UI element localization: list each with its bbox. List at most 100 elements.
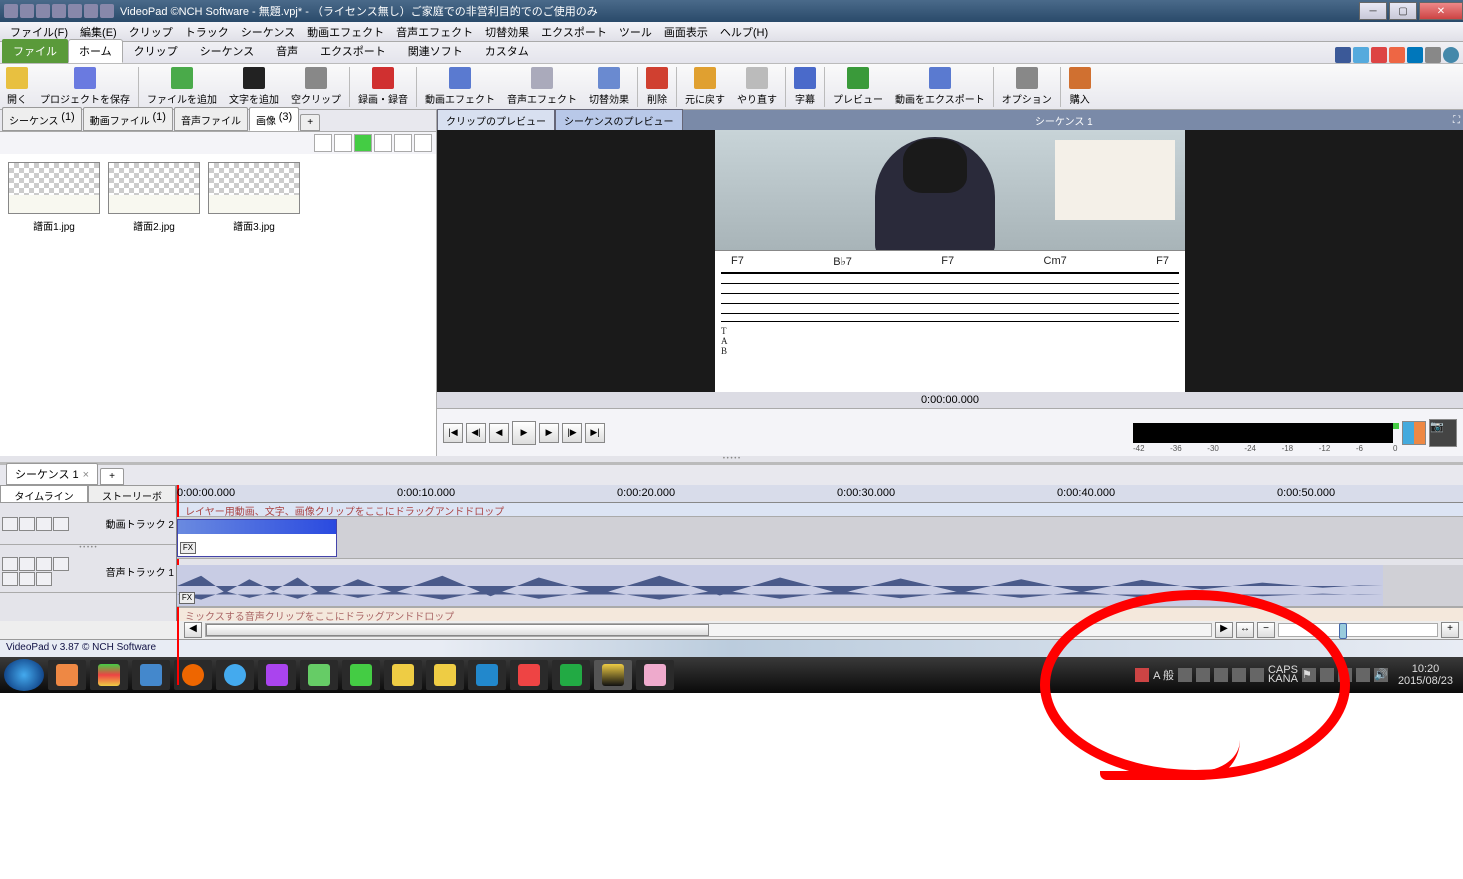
save-button[interactable]: プロジェクトを保存 xyxy=(34,65,136,109)
ribbon-tab[interactable]: カスタム xyxy=(474,39,540,63)
ribbon-tab[interactable]: クリップ xyxy=(123,39,189,63)
qat-icon[interactable] xyxy=(52,4,66,18)
options-button[interactable]: オプション xyxy=(996,65,1058,109)
start-button[interactable] xyxy=(4,659,44,691)
redo-button[interactable]: やり直す xyxy=(731,65,783,109)
track-icon[interactable] xyxy=(53,517,69,531)
bin-tool-icon[interactable] xyxy=(394,134,412,152)
dropdown-icon[interactable] xyxy=(1425,47,1441,63)
add-sequence-button[interactable]: + xyxy=(100,468,124,485)
taskbar-item[interactable] xyxy=(510,660,548,690)
taskbar-item[interactable] xyxy=(468,660,506,690)
close-button[interactable]: ✕ xyxy=(1419,2,1463,20)
volume-icon[interactable]: 🔊 xyxy=(1374,668,1388,682)
bin-tab[interactable]: シーケンス (1) xyxy=(2,107,82,131)
bin-tool-icon[interactable] xyxy=(414,134,432,152)
fit-button[interactable]: ↔ xyxy=(1236,622,1254,638)
add-bin-button[interactable]: + xyxy=(300,114,320,131)
maximize-button[interactable]: ▢ xyxy=(1389,2,1417,20)
buy-button[interactable]: 購入 xyxy=(1063,65,1097,109)
bin-tool-icon[interactable] xyxy=(334,134,352,152)
qat-icon[interactable] xyxy=(36,4,50,18)
google-icon[interactable] xyxy=(1371,47,1387,63)
export-button[interactable]: 動画をエクスポート xyxy=(889,65,991,109)
bin-tool-icon[interactable] xyxy=(314,134,332,152)
track-icon[interactable] xyxy=(36,572,52,586)
qat-icon[interactable] xyxy=(4,4,18,18)
afx-button[interactable]: 音声エフェクト xyxy=(501,65,583,109)
expand-icon[interactable]: ⛶ xyxy=(1445,112,1463,129)
taskbar-item[interactable] xyxy=(258,660,296,690)
zoom-out-button[interactable]: − xyxy=(1257,622,1275,638)
qat-icon[interactable] xyxy=(20,4,34,18)
next-frame-button[interactable]: |▶ xyxy=(562,423,582,443)
ime-indicator[interactable]: A 般 xyxy=(1153,667,1174,683)
play-button[interactable]: ▶ xyxy=(512,421,536,445)
ribbon-tab[interactable]: ホーム xyxy=(68,39,123,63)
timeline-body[interactable]: 0:00:00.0000:00:10.0000:00:20.0000:00:30… xyxy=(177,485,1463,621)
taskbar-item[interactable] xyxy=(300,660,338,690)
bin-tool-icon[interactable] xyxy=(374,134,392,152)
prev-frame-button[interactable]: ◀| xyxy=(466,423,486,443)
goto-end-button[interactable]: ▶| xyxy=(585,423,605,443)
tray-icon[interactable] xyxy=(1196,668,1210,682)
scroll-left-button[interactable]: ◀ xyxy=(184,622,202,638)
ribbon-tab-file[interactable]: ファイル xyxy=(2,39,68,63)
bin-tool-icon[interactable] xyxy=(354,134,372,152)
trans-button[interactable]: 切替効果 xyxy=(583,65,635,109)
minimize-button[interactable]: ─ xyxy=(1359,2,1387,20)
track-icon[interactable] xyxy=(36,517,52,531)
dual-view-button[interactable] xyxy=(1402,421,1426,445)
delete-button[interactable]: 削除 xyxy=(640,65,674,109)
flag-icon[interactable]: ⚑ xyxy=(1302,668,1316,682)
taskbar-item[interactable] xyxy=(552,660,590,690)
undo-button[interactable]: 元に戻す xyxy=(679,65,731,109)
taskbar-item[interactable] xyxy=(48,660,86,690)
track-icon[interactable] xyxy=(2,517,18,531)
thumbnail[interactable]: 譜面1.jpg xyxy=(8,162,100,448)
thumbnail[interactable]: 譜面3.jpg xyxy=(208,162,300,448)
tray-icon[interactable] xyxy=(1135,668,1149,682)
sequence-tab[interactable]: シーケンス 1× xyxy=(6,463,98,485)
menu-item[interactable]: 画面表示 xyxy=(658,22,714,42)
fx-button[interactable]: FX xyxy=(179,592,195,604)
menu-item[interactable]: エクスポート xyxy=(535,22,613,42)
track-icon[interactable] xyxy=(36,557,52,571)
step-back-button[interactable]: ◀ xyxy=(489,423,509,443)
open-button[interactable]: 開く xyxy=(0,65,34,109)
thumbnail[interactable]: 譜面2.jpg xyxy=(108,162,200,448)
snapshot-button[interactable]: 📷 xyxy=(1429,419,1457,447)
fx-button[interactable]: FX xyxy=(180,542,196,554)
view-tab-storyboard[interactable]: ストーリーボ xyxy=(88,485,176,503)
preview-tab-sequence[interactable]: シーケンスのプレビュー xyxy=(555,109,683,132)
track-icon[interactable] xyxy=(19,572,35,586)
vfx-button[interactable]: 動画エフェクト xyxy=(419,65,501,109)
video-clip[interactable]: FX xyxy=(177,519,337,557)
tray-icon[interactable] xyxy=(1250,668,1264,682)
taskbar-item[interactable] xyxy=(342,660,380,690)
tray-icon[interactable] xyxy=(1320,668,1334,682)
qat-icon[interactable] xyxy=(100,4,114,18)
help-icon[interactable] xyxy=(1443,47,1459,63)
addtext-button[interactable]: 文字を追加 xyxy=(223,65,285,109)
blank-button[interactable]: 空クリップ xyxy=(285,65,347,109)
wifi-icon[interactable] xyxy=(1356,668,1370,682)
audio-clip[interactable] xyxy=(177,565,1383,607)
tray-icon[interactable] xyxy=(1178,668,1192,682)
bin-tab[interactable]: 音声ファイル xyxy=(174,107,248,131)
tray-icon[interactable] xyxy=(1232,668,1246,682)
qat-icon[interactable] xyxy=(84,4,98,18)
clock[interactable]: 10:202015/08/23 xyxy=(1392,663,1459,687)
track-icon[interactable] xyxy=(53,557,69,571)
view-tab-timeline[interactable]: タイムライン xyxy=(0,485,88,503)
menu-item[interactable]: ツール xyxy=(613,22,658,42)
goto-start-button[interactable]: |◀ xyxy=(443,423,463,443)
taskbar-item[interactable] xyxy=(426,660,464,690)
step-fwd-button[interactable]: ▶ xyxy=(539,423,559,443)
preview-button[interactable]: プレビュー xyxy=(827,65,889,109)
close-icon[interactable]: × xyxy=(83,469,89,481)
menu-item[interactable]: ヘルプ(H) xyxy=(714,22,774,42)
track-icon[interactable] xyxy=(19,517,35,531)
qat-icon[interactable] xyxy=(68,4,82,18)
taskbar-item[interactable] xyxy=(174,660,212,690)
